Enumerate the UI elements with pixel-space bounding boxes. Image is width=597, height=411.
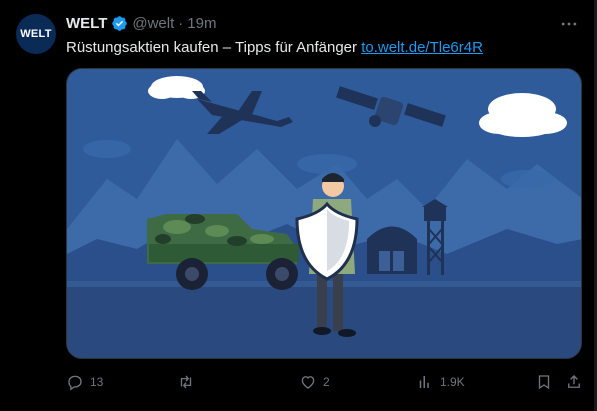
tweet-image[interactable] [66, 68, 582, 359]
like-count: 2 [323, 375, 330, 389]
action-bar: 13 2 1.9K [66, 370, 586, 394]
bunker [367, 226, 417, 274]
tweet-body: Rüstungsaktien kaufen – Tipps für Anfäng… [66, 39, 362, 56]
reply-button[interactable]: 13 [66, 370, 103, 394]
avatar[interactable]: WELT [16, 14, 56, 54]
like-button[interactable]: 2 [299, 370, 330, 394]
reply-count: 13 [90, 375, 104, 389]
heart-icon [301, 376, 315, 389]
bookmark-button[interactable] [535, 370, 553, 394]
repost-icon [180, 375, 192, 389]
bookmark-icon [538, 375, 550, 390]
tweet-text: Rüstungsaktien kaufen – Tipps für Anfäng… [66, 38, 483, 58]
views-button[interactable]: 1.9K [416, 370, 465, 394]
share-button[interactable] [565, 370, 583, 394]
views-count: 1.9K [440, 375, 465, 389]
avatar-logo-text: WELT [20, 28, 52, 40]
reply-icon [68, 375, 82, 391]
verified-badge-icon [112, 15, 128, 31]
tweet-header: WELT @welt · 19m [66, 13, 216, 33]
share-icon [568, 375, 580, 388]
illustration [67, 69, 581, 358]
author-name[interactable]: WELT [66, 15, 107, 32]
author-handle[interactable]: @welt [132, 15, 174, 32]
repost-button[interactable] [177, 370, 201, 394]
tweet-link[interactable]: to.welt.de/Tle6r4R [361, 39, 483, 56]
more-icon[interactable] [557, 14, 581, 34]
tweet[interactable]: WELT WELT @welt · 19m Rüstungsaktien kau… [0, 0, 597, 411]
separator-dot: · [178, 14, 184, 32]
timestamp[interactable]: 19m [187, 15, 216, 32]
views-icon [419, 376, 429, 388]
